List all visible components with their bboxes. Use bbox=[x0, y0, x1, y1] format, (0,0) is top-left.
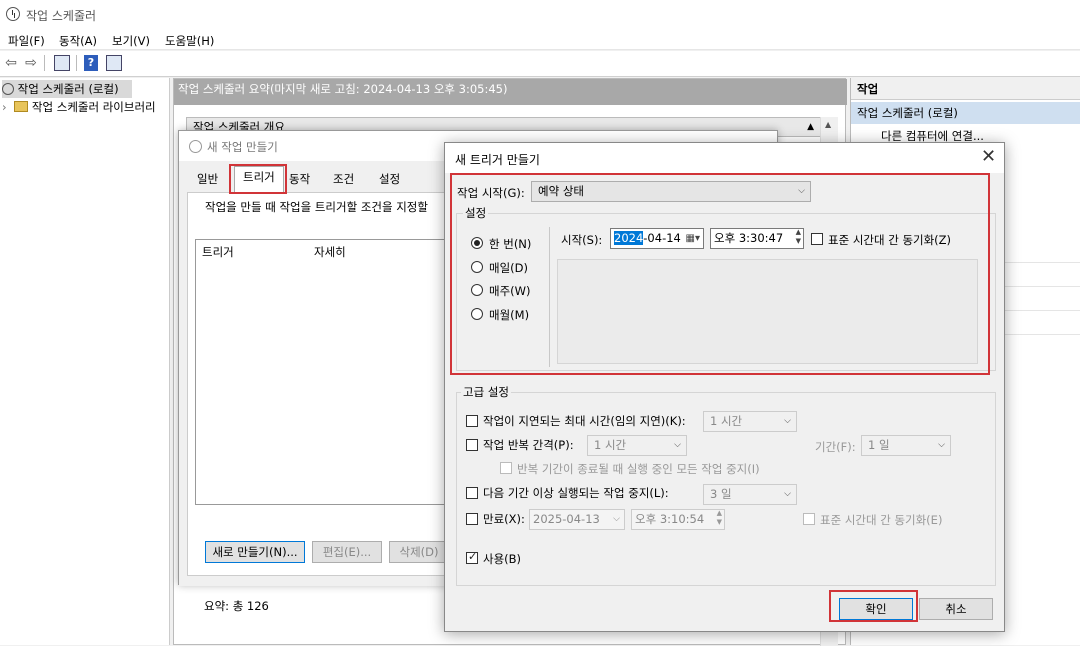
folder-icon bbox=[14, 101, 29, 112]
advanced-settings-label: 고급 설정 bbox=[461, 384, 511, 400]
summary-total: 요약: 총 126 bbox=[204, 599, 269, 613]
edit-trigger-button[interactable]: 편집(E)... bbox=[312, 541, 382, 563]
chevron-right-icon: › bbox=[2, 100, 7, 114]
close-icon[interactable]: ✕ bbox=[981, 146, 996, 167]
expire-date-value: 2025-04-13 bbox=[533, 512, 600, 526]
delay-value: 1 시간 bbox=[710, 414, 743, 428]
stop-longer-value: 3 일 bbox=[710, 487, 732, 501]
clock-icon bbox=[2, 83, 14, 95]
repeat-checkbox[interactable] bbox=[466, 439, 478, 451]
stop-all-at-end-label: 반복 기간이 종료될 때 실행 중인 모든 작업 중지(I) bbox=[517, 462, 760, 476]
show-hide-action-pane-icon[interactable] bbox=[106, 55, 122, 71]
help-icon[interactable]: ? bbox=[84, 55, 98, 71]
tab-conditions[interactable]: 조건 bbox=[325, 169, 362, 191]
clock-icon bbox=[6, 7, 20, 21]
chevron-down-icon: ⌵ bbox=[938, 440, 945, 450]
menu-bar: 파일(F) 동작(A) 보기(V) 도움말(H) bbox=[0, 30, 1080, 50]
window-title: 작업 스케줄러 bbox=[26, 9, 97, 23]
chevron-down-icon: ⌵ bbox=[613, 514, 620, 524]
back-icon[interactable]: ⇦ bbox=[2, 54, 20, 72]
chevron-down-icon: ⌵ bbox=[674, 440, 681, 450]
expire-label: 만료(X): bbox=[483, 512, 525, 526]
enabled-checkbox[interactable] bbox=[466, 550, 478, 564]
expire-sync-label: 표준 시간대 간 동기화(E) bbox=[820, 513, 943, 527]
toolbar-separator bbox=[44, 55, 45, 71]
stop-longer-select[interactable]: 3 일 ⌵ bbox=[703, 484, 797, 505]
column-trigger[interactable]: 트리거 bbox=[202, 244, 234, 260]
delay-checkbox[interactable] bbox=[466, 415, 478, 427]
repeat-label: 작업 반복 간격(P): bbox=[483, 438, 574, 452]
tab-general[interactable]: 일반 bbox=[189, 169, 226, 191]
toolbar-separator bbox=[76, 55, 77, 71]
repeat-value: 1 시간 bbox=[594, 438, 627, 452]
chevron-down-icon: ⌵ bbox=[784, 416, 791, 426]
menu-action[interactable]: 동작(A) bbox=[59, 33, 97, 49]
dialog-title: 새 작업 만들기 bbox=[207, 140, 278, 154]
expire-sync-checkbox[interactable] bbox=[803, 513, 815, 525]
actions-selected-item[interactable]: 작업 스케줄러 (로컬) bbox=[851, 102, 1080, 124]
duration-value: 1 일 bbox=[868, 438, 890, 452]
show-hide-console-tree-icon[interactable] bbox=[54, 55, 70, 71]
stop-longer-checkbox[interactable] bbox=[466, 487, 478, 499]
tree-item-label: 작업 스케줄러 라이브러리 bbox=[31, 100, 156, 114]
delay-select[interactable]: 1 시간 ⌵ bbox=[703, 411, 797, 432]
highlight-box-ok-button bbox=[829, 590, 918, 622]
time-spinner-icon[interactable]: ▲ ▼ bbox=[717, 509, 722, 527]
tree-item-task-scheduler-local[interactable]: 작업 스케줄러 (로컬) bbox=[2, 80, 132, 98]
tab-settings[interactable]: 설정 bbox=[371, 169, 408, 191]
column-details[interactable]: 자세히 bbox=[314, 244, 346, 260]
scroll-up-icon[interactable]: ▲ bbox=[825, 120, 831, 129]
expire-time-picker[interactable]: 오후 3:10:54 ▲ ▼ bbox=[631, 509, 725, 530]
menu-view[interactable]: 보기(V) bbox=[112, 33, 150, 49]
expire-date-picker[interactable]: 2025-04-13 ⌵ bbox=[529, 509, 625, 530]
tree-item-label: 작업 스케줄러 (로컬) bbox=[17, 82, 119, 96]
forward-icon[interactable]: ⇨ bbox=[22, 54, 40, 72]
stop-all-at-end-checkbox[interactable] bbox=[500, 462, 512, 474]
title-bar: 작업 스케줄러 bbox=[0, 0, 1080, 30]
repeat-select[interactable]: 1 시간 ⌵ bbox=[587, 435, 687, 456]
console-tree: 작업 스케줄러 (로컬) › 작업 스케줄러 라이브러리 bbox=[0, 78, 170, 645]
highlight-box-triggers-tab bbox=[229, 164, 287, 194]
dialog-title: 새 트리거 만들기 bbox=[455, 153, 540, 167]
new-trigger-button[interactable]: 새로 만들기(N)... bbox=[205, 541, 305, 563]
actions-header: 작업 bbox=[851, 78, 1080, 100]
duration-label: 기간(F): bbox=[815, 440, 856, 454]
highlight-box-trigger-settings bbox=[450, 173, 990, 375]
toolbar: ⇦ ⇨ ? bbox=[0, 51, 1080, 77]
expire-time-value: 오후 3:10:54 bbox=[635, 512, 705, 526]
delay-label: 작업이 지연되는 최대 시간(임의 지연)(K): bbox=[483, 414, 686, 428]
collapse-icon[interactable]: ▲ bbox=[807, 118, 814, 136]
cancel-button[interactable]: 취소 bbox=[919, 598, 993, 620]
summary-header: 작업 스케줄러 요약(마지막 새로 고침: 2024-04-13 오후 3:05… bbox=[174, 79, 847, 105]
clock-icon bbox=[189, 140, 202, 153]
stop-longer-label: 다음 기간 이상 실행되는 작업 중지(L): bbox=[483, 486, 669, 500]
expire-checkbox[interactable] bbox=[466, 513, 478, 525]
menu-help[interactable]: 도움말(H) bbox=[165, 33, 214, 49]
triggers-description: 작업을 만들 때 작업을 트리거할 조건을 지정할 bbox=[205, 200, 428, 214]
chevron-down-icon: ⌵ bbox=[784, 489, 791, 499]
enabled-label: 사용(B) bbox=[483, 552, 522, 566]
dialog-title-bar: 새 트리거 만들기 ✕ bbox=[445, 143, 1004, 173]
delete-trigger-button[interactable]: 삭제(D) bbox=[389, 541, 449, 563]
tree-item-task-scheduler-library[interactable]: › 작업 스케줄러 라이브러리 bbox=[2, 98, 156, 116]
menu-file[interactable]: 파일(F) bbox=[8, 33, 45, 49]
duration-select[interactable]: 1 일 ⌵ bbox=[861, 435, 951, 456]
